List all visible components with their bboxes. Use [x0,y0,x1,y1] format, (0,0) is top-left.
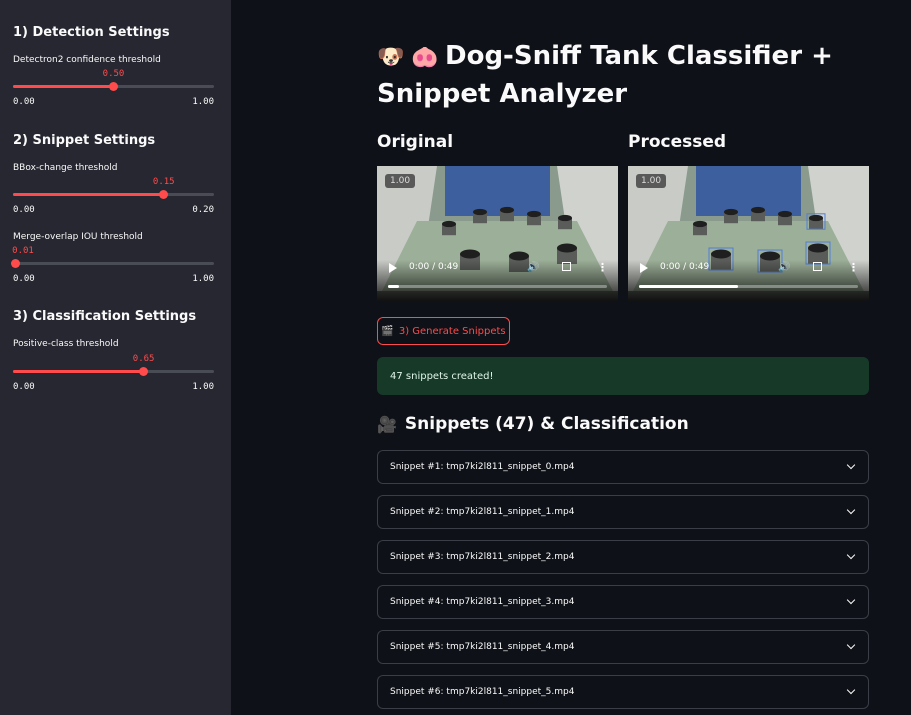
tank-pot [558,214,572,230]
slider-max-label: 1.00 [192,274,214,284]
video-progress-fill [388,285,399,288]
chevron-down-icon [846,505,856,515]
pig-nose-icon: 🐽 [411,45,439,70]
slider-label: Positive-class threshold [13,339,119,349]
snippet-expander[interactable]: Snippet #5: tmp7ki2l811_snippet_4.mp4 [377,630,869,664]
slider-max-label: 0.20 [192,205,214,215]
snippet-label: Snippet #2: tmp7ki2l811_snippet_1.mp4 [390,507,575,517]
sidebar: 1) Detection Settings Detectron2 confide… [0,0,231,715]
confidence-threshold-slider[interactable]: 0.50 0.00 1.00 [13,64,214,107]
snippet-label: Snippet #6: tmp7ki2l811_snippet_5.mp4 [390,687,575,697]
generate-snippets-label: 3) Generate Snippets [398,325,506,337]
section-title-classification: 3) Classification Settings [13,309,197,324]
slider-fill [13,370,144,373]
playback-speed-badge: 1.00 [385,174,416,188]
slider-min-label: 0.00 [13,274,35,284]
slider-value: 0.15 [152,177,175,187]
merge-overlap-iou-slider[interactable]: 0.01 0.00 1.00 [10,241,214,284]
main-content: 🐶 🐽 Dog-Sniff Tank Classifier + Snippet An… [231,0,911,715]
slider-value: 0.50 [102,69,125,79]
slider-value: 0.01 [12,246,34,256]
snippet-expander[interactable]: Snippet #1: tmp7ki2l811_snippet_0.mp4 [377,450,869,484]
generate-snippets-button[interactable]: 🎬 3) Generate Snippets [377,317,510,345]
tank-pot [693,220,707,236]
tank-pot [442,220,456,236]
snippet-expander[interactable]: Snippet #3: tmp7ki2l811_snippet_2.mp4 [377,540,869,574]
tank-pot [500,206,514,222]
original-video-player[interactable]: 1.00 0:00 / 0:49 🔊 ⋮ [377,166,618,301]
more-options-icon[interactable]: ⋮ [597,261,608,274]
slider-fill [13,193,164,196]
video-progress-bar[interactable] [388,285,607,288]
snippet-label: Snippet #3: tmp7ki2l811_snippet_2.mp4 [390,552,575,562]
tank-pot [473,208,487,224]
snippet-label: Snippet #5: tmp7ki2l811_snippet_4.mp4 [390,642,575,652]
slider-min-label: 0.00 [13,205,35,215]
original-header: Original [377,132,454,152]
snippets-header-text: Snippets (47) & Classification [404,414,689,434]
slider-max-label: 1.00 [192,97,214,107]
slider-fill [13,85,114,88]
fullscreen-icon[interactable] [562,262,571,271]
processed-video-player[interactable]: 1.00 0:00 / 0:49 🔊 ⋮ [628,166,869,301]
section-title-detection: 1) Detection Settings [13,25,170,40]
video-progress-bar[interactable] [639,285,858,288]
playback-speed-badge: 1.00 [636,174,667,188]
video-controls: 0:00 / 0:49 🔊 ⋮ [628,260,869,301]
fullscreen-icon[interactable] [813,262,822,271]
slider-thumb[interactable] [109,82,118,91]
volume-icon[interactable]: 🔊 [778,262,790,273]
tank-pot [724,208,738,224]
snippet-label: Snippet #1: tmp7ki2l811_snippet_0.mp4 [390,462,575,472]
success-alert: 47 snippets created! [377,357,869,395]
more-options-icon[interactable]: ⋮ [848,261,859,274]
slider-track [13,262,214,265]
slider-thumb[interactable] [10,259,20,268]
snippet-label: Snippet #4: tmp7ki2l811_snippet_3.mp4 [390,597,575,607]
processed-header: Processed [628,132,727,152]
video-camera-icon: 🎥 [377,414,397,434]
dog-face-icon: 🐶 [377,45,405,70]
positive-class-threshold-slider[interactable]: 0.65 0.00 1.00 [13,349,214,392]
video-time: 0:00 / 0:49 [660,262,710,272]
tank-pot [751,206,765,222]
slider-min-label: 0.00 [13,97,35,107]
title-text: Dog-Sniff Tank Classifier + Snippet Anal… [377,41,833,109]
snippet-expander[interactable]: Snippet #4: tmp7ki2l811_snippet_3.mp4 [377,585,869,619]
page-title: 🐶 🐽 Dog-Sniff Tank Classifier + Snippet An… [377,38,847,113]
snippet-expander[interactable]: Snippet #2: tmp7ki2l811_snippet_1.mp4 [377,495,869,529]
video-time: 0:00 / 0:49 [409,262,459,272]
chevron-down-icon [846,640,856,650]
snippet-expander[interactable]: Snippet #6: tmp7ki2l811_snippet_5.mp4 [377,675,869,709]
slider-thumb[interactable] [139,367,149,376]
tank-pot [778,210,792,226]
clapperboard-icon: 🎬 [381,325,394,337]
bbox-change-threshold-slider[interactable]: 0.15 0.00 0.20 [13,172,214,215]
chevron-down-icon [846,550,856,560]
slider-thumb[interactable] [159,190,169,199]
video-controls: 0:00 / 0:49 🔊 ⋮ [377,260,618,301]
chevron-down-icon [846,460,856,470]
play-icon[interactable] [389,263,397,273]
video-progress-fill [639,285,738,288]
volume-icon[interactable]: 🔊 [527,262,539,273]
play-icon[interactable] [640,263,648,273]
tank-pot [527,210,541,226]
slider-min-label: 0.00 [13,382,35,392]
snippets-header: 🎥 Snippets (47) & Classification [377,414,689,434]
slider-value: 0.65 [132,354,155,364]
slider-max-label: 1.00 [192,382,214,392]
chevron-down-icon [846,595,856,605]
section-title-snippet: 2) Snippet Settings [13,133,156,148]
chevron-down-icon [846,685,856,695]
